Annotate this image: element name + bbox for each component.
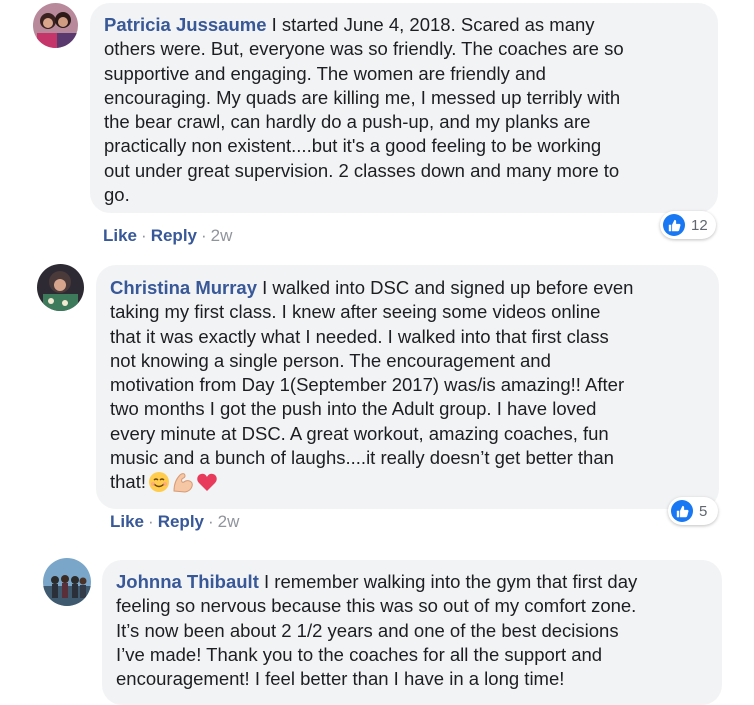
comment-actions: Like · Reply · 2w [110, 512, 239, 532]
like-link[interactable]: Like [103, 226, 137, 245]
reply-link[interactable]: Reply [158, 512, 204, 531]
emoji-group [148, 471, 218, 493]
comment-body: Patricia Jussaume I started June 4, 2018… [104, 13, 704, 207]
reply-link[interactable]: Reply [151, 226, 197, 245]
comment-text: I started June 4, 2018. Scared as many o… [104, 14, 624, 206]
red-heart-emoji [197, 474, 217, 492]
like-link[interactable]: Like [110, 512, 144, 531]
comment-author[interactable]: Patricia Jussaume [104, 14, 266, 35]
reaction-count: 5 [699, 502, 708, 520]
reaction-summary[interactable]: 5 [668, 497, 718, 525]
reaction-summary[interactable]: 12 [660, 211, 716, 239]
avatar[interactable] [37, 264, 84, 311]
comment-timestamp[interactable]: 2w [218, 512, 240, 531]
separator-dot: · [201, 226, 207, 245]
comment-actions: Like · Reply · 2w [103, 226, 232, 246]
comment-author[interactable]: Christina Murray [110, 277, 257, 298]
comment-text: I walked into DSC and signed up before e… [110, 277, 634, 493]
avatar[interactable] [43, 558, 91, 606]
comment-timestamp[interactable]: 2w [211, 226, 233, 245]
separator-dot: · [141, 226, 147, 245]
like-reaction-icon [671, 500, 693, 522]
comment-author[interactable]: Johnna Thibault [116, 571, 259, 592]
reaction-count: 12 [691, 216, 708, 234]
comment-body: Johnna Thibault I remember walking into … [116, 570, 716, 691]
comment-body: Christina Murray I walked into DSC and s… [110, 276, 710, 495]
smiling-face-emoji [149, 472, 169, 493]
avatar[interactable] [33, 3, 78, 48]
separator-dot: · [148, 512, 154, 531]
like-reaction-icon [663, 214, 685, 236]
flexed-biceps-emoji [173, 473, 193, 493]
separator-dot: · [208, 512, 214, 531]
